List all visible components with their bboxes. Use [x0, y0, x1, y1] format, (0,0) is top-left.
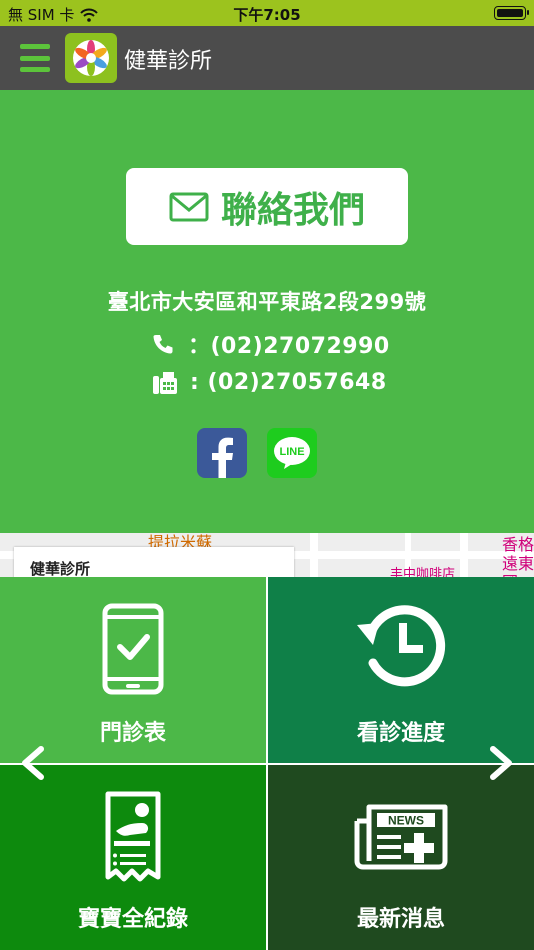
tile-visit-progress[interactable]: 看診進度: [268, 577, 534, 763]
carousel-next-button[interactable]: [486, 745, 518, 781]
chevron-right-icon: [490, 746, 512, 780]
app-bar: 健華診所: [0, 26, 534, 90]
tile-label: 最新消息: [356, 907, 445, 932]
contact-panel: 聯絡我們 臺北市大安區和平東路2段299號 ：(02)27072990 : (0…: [0, 90, 534, 533]
fax-number: : (02)27057648: [190, 370, 387, 395]
line-icon: LINE: [274, 437, 310, 469]
history-clock-icon: [357, 605, 446, 687]
phone-icon: [153, 335, 173, 354]
map-view[interactable]: 提拉米蘇 香格 遠東國 丰中咖啡店 健華診所: [0, 533, 534, 577]
newspaper-icon: NEWS: [354, 804, 448, 870]
tile-clinic-schedule[interactable]: 門診表: [0, 577, 266, 763]
status-bar: 無 SIM 卡 下午7:05: [0, 0, 534, 26]
contact-us-button[interactable]: 聯絡我們: [126, 168, 408, 245]
phone-row[interactable]: ：(02)27072990: [152, 328, 390, 360]
map-poi-label: 丰中咖啡店: [390, 567, 456, 577]
phone-number: ：(02)27072990: [188, 334, 390, 359]
clinic-logo: [65, 33, 117, 83]
baby-record-icon: [105, 791, 161, 882]
chevron-left-icon: [22, 746, 44, 780]
facebook-link[interactable]: [197, 428, 247, 478]
tile-label: 寶寶全紀錄: [77, 907, 188, 932]
hamburger-menu-icon[interactable]: [20, 44, 50, 72]
line-link[interactable]: LINE: [267, 428, 317, 478]
carousel-prev-button[interactable]: [16, 745, 48, 781]
clinic-address: 臺北市大安區和平東路2段299號: [107, 290, 427, 314]
tile-label: 看診進度: [356, 721, 445, 746]
map-poi-label: 香格 遠東國: [502, 535, 534, 577]
fax-icon: [153, 371, 177, 394]
map-place-name: 健華診所: [30, 560, 91, 577]
app-title: 健華診所: [124, 49, 213, 74]
fax-row: : (02)27057648: [152, 370, 387, 395]
line-badge-text: LINE: [279, 446, 304, 458]
tile-latest-news[interactable]: NEWS 最新消息: [268, 765, 534, 950]
map-place-card[interactable]: 健華診所: [14, 547, 294, 577]
flower-logo-icon: [73, 40, 109, 76]
phone-check-icon: [102, 603, 164, 695]
clock: 下午7:05: [233, 6, 301, 24]
contact-us-label: 聯絡我們: [220, 188, 365, 230]
news-badge-text: NEWS: [388, 814, 424, 828]
battery-icon: [494, 6, 529, 20]
tile-baby-records[interactable]: 寶寶全紀錄: [0, 765, 266, 950]
envelope-icon: [169, 192, 209, 221]
tile-label: 門診表: [99, 721, 166, 746]
facebook-icon: [212, 437, 233, 478]
